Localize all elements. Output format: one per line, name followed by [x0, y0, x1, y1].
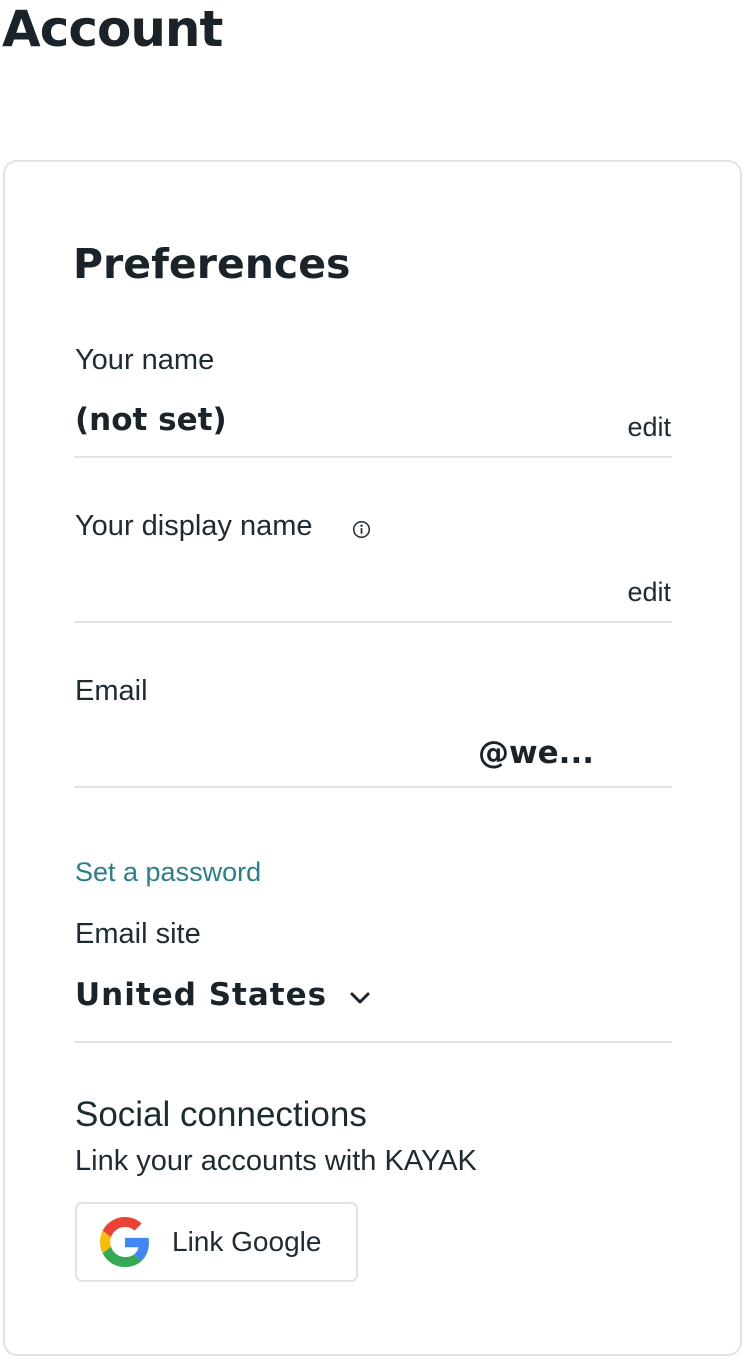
your-name-value: (not set) — [75, 402, 227, 438]
divider — [74, 621, 672, 623]
email-site-label: Email site — [75, 918, 201, 950]
set-password-link[interactable]: Set a password — [75, 854, 261, 890]
social-connections-subtitle: Link your accounts with KAYAK — [75, 1145, 477, 1177]
preferences-title: Preferences — [73, 240, 351, 288]
chevron-down-icon — [350, 992, 370, 1004]
edit-name-link[interactable]: edit — [627, 410, 671, 444]
email-value: @we... — [478, 735, 594, 771]
google-logo-icon — [100, 1217, 149, 1267]
social-connections-title: Social connections — [75, 1095, 367, 1134]
email-site-selected-value: United States — [75, 977, 328, 1013]
divider — [74, 1041, 672, 1043]
divider — [74, 456, 672, 458]
link-google-button[interactable]: Link Google — [75, 1202, 358, 1282]
edit-display-name-link[interactable]: edit — [627, 575, 671, 609]
page-title: Account — [2, 0, 223, 58]
email-site-select[interactable]: United States — [75, 973, 371, 1017]
your-name-label: Your name — [75, 344, 215, 376]
divider — [74, 786, 672, 788]
link-google-label: Link Google — [172, 1226, 322, 1257]
display-name-label: Your display name — [75, 510, 313, 542]
email-label: Email — [75, 675, 148, 707]
info-circle-icon[interactable] — [352, 520, 371, 539]
